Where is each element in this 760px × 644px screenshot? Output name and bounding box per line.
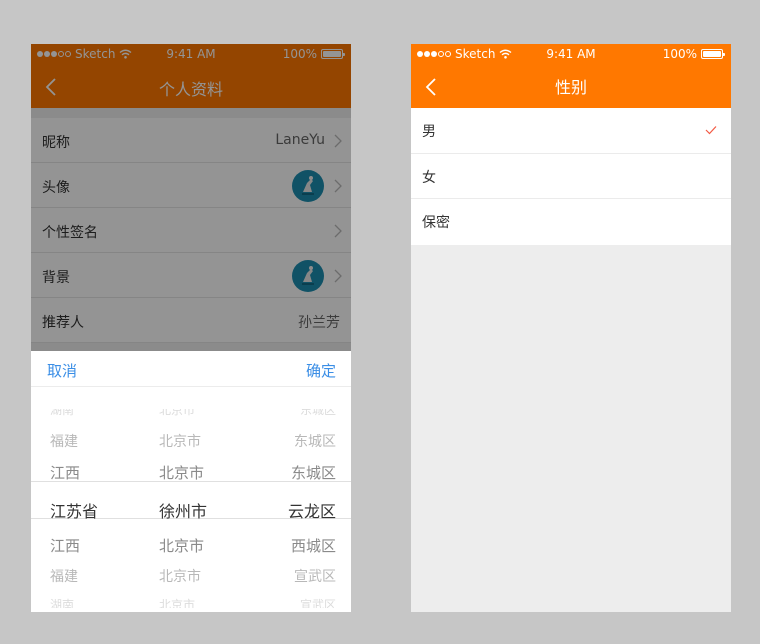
- check-icon: [705, 126, 717, 135]
- picker-city: 北京市: [159, 434, 201, 450]
- picker-province: 江西: [50, 537, 81, 555]
- gender-option-female[interactable]: 女: [411, 154, 731, 199]
- picker-row[interactable]: 福建 北京市 宣武区: [31, 566, 351, 586]
- picker-row[interactable]: 江西 北京市 西城区: [31, 535, 351, 555]
- picker-district: 东城区: [299, 409, 336, 417]
- picker-city: 徐州市: [159, 502, 208, 521]
- picker-toolbar: 取消 确定: [31, 351, 351, 387]
- picker-district: 东城区: [294, 434, 336, 450]
- picker-row[interactable]: 湖南 北京市 东城区: [31, 409, 351, 421]
- cancel-button[interactable]: 取消: [47, 360, 77, 381]
- picker-district: 云龙区: [287, 502, 336, 521]
- nav-bar: 性别: [411, 64, 731, 108]
- gender-screen: Sketch 9:41 AM 100% 性别 男 女 保密: [411, 44, 731, 612]
- picker-city: 北京市: [159, 537, 205, 555]
- picker-province: 湖南: [50, 598, 75, 608]
- gender-option-male[interactable]: 男: [411, 108, 731, 154]
- option-label: 保密: [422, 215, 450, 231]
- confirm-button[interactable]: 确定: [306, 360, 336, 381]
- option-label: 女: [422, 169, 436, 186]
- battery-icon: [701, 49, 725, 59]
- picker-row[interactable]: 江西 北京市 东城区: [31, 462, 351, 482]
- picker-row[interactable]: 福建 北京市 东城区: [31, 431, 351, 451]
- status-bar: Sketch 9:41 AM 100%: [411, 44, 731, 64]
- region-picker: 取消 确定 湖南 北京市 东城区 福建 北京市 东城区 江西 北京市 东城区 江苏省 徐州市 云龙区江…: [31, 351, 351, 612]
- picker-district: 宣武区: [294, 569, 336, 585]
- profile-screen: Sketch 9:41 AM 100% 个人资料 昵称 LaneYu 头像 个性…: [31, 44, 351, 612]
- gender-options: 男 女 保密: [411, 108, 731, 245]
- picker-province: 江苏省: [50, 502, 99, 521]
- picker-district: 东城区: [290, 464, 336, 482]
- picker-district: 西城区: [290, 537, 336, 555]
- picker-row[interactable]: 湖南 北京市 宣武区: [31, 596, 351, 608]
- option-label: 男: [422, 124, 436, 140]
- picker-province: 福建: [50, 569, 78, 585]
- picker-province: 福建: [50, 434, 78, 450]
- picker-city: 北京市: [159, 464, 205, 482]
- battery-percent: 100%: [662, 47, 697, 61]
- page-title: 性别: [554, 78, 587, 97]
- picker-district: 宣武区: [299, 598, 336, 608]
- picker-city: 北京市: [159, 409, 196, 417]
- picker-city: 北京市: [159, 569, 201, 585]
- gender-option-secret[interactable]: 保密: [411, 199, 731, 245]
- picker-selected-row[interactable]: 江苏省 徐州市 云龙区: [31, 498, 351, 521]
- picker-province: 江西: [50, 464, 81, 482]
- picker-province: 湖南: [50, 409, 75, 417]
- picker-city: 北京市: [159, 598, 196, 608]
